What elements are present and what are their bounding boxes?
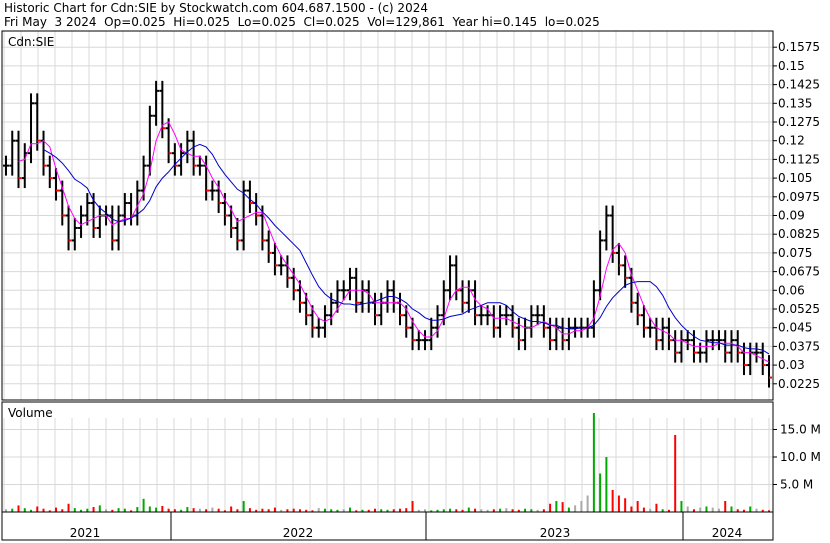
volume-bar <box>55 507 58 512</box>
volume-bar <box>92 507 95 512</box>
volume-bar <box>348 507 351 512</box>
volume-bar <box>624 498 627 512</box>
volume-bar <box>730 506 733 512</box>
volume-bar <box>148 506 151 512</box>
volume-bar <box>642 507 645 512</box>
y-tick-label: 0.09 <box>778 209 805 223</box>
volume-panel-title: Volume <box>8 406 53 420</box>
volume-bar <box>136 507 139 512</box>
volume-bar <box>23 508 26 512</box>
volume-bar <box>549 503 552 512</box>
volume-bar <box>749 506 752 512</box>
x-tick-label: 2021 <box>70 526 101 540</box>
volume-bar <box>67 503 70 512</box>
volume-bar <box>411 501 414 512</box>
volume-bar <box>617 495 620 512</box>
stock-chart: 0.1575 0.15 0.1425 0.135 0.1275 0.12 0.1125 0.1… <box>1 30 821 541</box>
volume-bar <box>211 507 214 512</box>
volume-tick-label: 5.0 M <box>780 478 813 492</box>
volume-bar <box>674 435 677 512</box>
volume-bar <box>555 501 558 512</box>
volume-bar <box>73 508 76 512</box>
y-tick-label: 0.06 <box>778 283 805 297</box>
x-tick-label: 2023 <box>540 526 571 540</box>
volume-bar <box>467 507 470 512</box>
volume-bars <box>5 413 770 512</box>
volume-bar <box>630 506 633 512</box>
volume-bar <box>192 508 195 512</box>
volume-bar <box>680 501 683 512</box>
volume-bar <box>248 508 251 512</box>
volume-bar <box>273 507 276 512</box>
volume-bar <box>186 507 189 512</box>
y-tick-label: 0.135 <box>778 96 812 110</box>
y-tick-label: 0.1575 <box>778 40 820 54</box>
y-tick-label: 0.12 <box>778 134 805 148</box>
date-strip-frame <box>1 511 774 541</box>
volume-bar <box>117 508 120 512</box>
y-tick-label: 0.045 <box>778 321 812 335</box>
volume-bar <box>636 501 639 512</box>
volume-bar <box>17 505 20 512</box>
symbol-label: Cdn:SIE <box>8 35 54 49</box>
volume-bar <box>36 506 39 512</box>
volume-tick-label: 15.0 M <box>780 423 821 437</box>
volume-bar <box>724 501 727 512</box>
volume-bar <box>561 502 564 512</box>
y-tick-label: 0.03 <box>778 358 805 372</box>
volume-bar <box>317 508 320 512</box>
volume-bar <box>605 457 608 512</box>
volume-bar <box>155 507 158 512</box>
volume-bar <box>161 505 164 512</box>
x-tick-label: 2022 <box>283 526 314 540</box>
y-tick-label: 0.1125 <box>778 152 820 166</box>
volume-bar <box>98 505 101 512</box>
volume-bar <box>611 490 614 512</box>
x-tick-label: 2024 <box>712 526 743 540</box>
volume-bar <box>711 507 714 512</box>
volume-bar <box>705 506 708 512</box>
volume-bar <box>586 495 589 512</box>
y-tick-label: 0.0975 <box>778 190 820 204</box>
chart-grid <box>2 31 773 512</box>
y-tick-label: 0.0225 <box>778 377 820 391</box>
volume-bar <box>242 501 245 512</box>
volume-bar <box>599 473 602 512</box>
volume-bar <box>592 413 595 512</box>
y-tick-label: 0.1425 <box>778 78 820 92</box>
y-tick-label: 0.0675 <box>778 265 820 279</box>
volume-bar <box>505 508 508 512</box>
y-tick-label: 0.15 <box>778 59 805 73</box>
volume-bar <box>567 507 570 512</box>
volume-bar <box>230 506 233 512</box>
chart-labels: 0.1575 0.15 0.1425 0.135 0.1275 0.12 0.1125 0.1… <box>8 35 821 540</box>
y-tick-label: 0.075 <box>778 246 812 260</box>
volume-bar <box>405 508 408 512</box>
volume-bar <box>574 505 577 512</box>
y-tick-label: 0.0375 <box>778 339 820 353</box>
volume-bar <box>699 507 702 512</box>
volume-tick-label: 10.0 M <box>780 450 821 464</box>
y-tick-label: 0.0525 <box>778 302 820 316</box>
y-tick-label: 0.105 <box>778 171 812 185</box>
y-tick-label: 0.1275 <box>778 115 820 129</box>
y-tick-label: 0.0825 <box>778 227 820 241</box>
volume-bar <box>655 503 658 512</box>
volume-bar <box>580 501 583 512</box>
volume-bar <box>142 498 145 512</box>
volume-bar <box>686 506 689 512</box>
